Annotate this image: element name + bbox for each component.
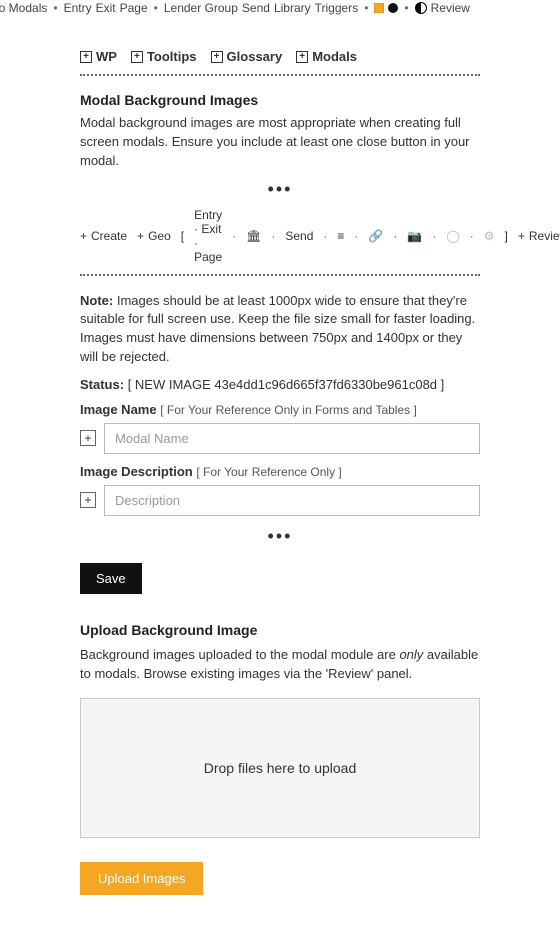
expand-icon[interactable]: + xyxy=(80,430,96,446)
separator-dot: • xyxy=(53,1,57,15)
label: Review xyxy=(529,229,560,243)
bracket-close: ] xyxy=(505,229,508,243)
status-line: Status: [ NEW IMAGE 43e4dd1c96d665f37fd6… xyxy=(80,377,480,392)
breadcrumb-item[interactable]: Entry xyxy=(64,1,92,15)
tab-label: Modals xyxy=(312,49,357,64)
plus-icon: + xyxy=(518,229,525,243)
dropzone-text: Drop files here to upload xyxy=(204,760,357,776)
tab-label: WP xyxy=(96,49,117,64)
plus-icon: + xyxy=(296,51,308,63)
breadcrumb-item[interactable]: Page xyxy=(120,1,148,15)
separator-dot: · xyxy=(470,229,474,243)
image-desc-row: + xyxy=(80,485,480,516)
file-dropzone[interactable]: Drop files here to upload xyxy=(80,698,480,838)
separator xyxy=(80,74,480,76)
ellipsis-icon[interactable]: ••• xyxy=(80,179,480,200)
breadcrumb-item[interactable]: Lender Group xyxy=(164,1,238,15)
separator xyxy=(80,274,480,276)
middle-list: Entry · Exit · Page xyxy=(194,208,222,264)
breadcrumb-review[interactable]: Review xyxy=(431,1,470,15)
tab-label: Glossary xyxy=(227,49,283,64)
status-value: NEW IMAGE 43e4dd1c96d665f37fd6330be961c0… xyxy=(135,377,437,392)
status-label: Status: xyxy=(80,377,124,392)
tab-label: Tooltips xyxy=(147,49,197,64)
note-body: Images should be at least 1000px wide to… xyxy=(80,293,475,365)
upload-title: Upload Background Image xyxy=(80,622,480,638)
separator-dot: · xyxy=(432,229,436,243)
plus-icon: + xyxy=(137,229,144,243)
plus-icon: + xyxy=(211,51,223,63)
tab-wp[interactable]: + WP xyxy=(80,49,117,64)
contrast-icon[interactable] xyxy=(415,2,427,14)
breadcrumb-item[interactable]: eo Modals xyxy=(0,1,47,15)
separator-dot: • xyxy=(404,1,408,15)
hero-title: Modal Background Images xyxy=(80,92,480,108)
separator-dot: • xyxy=(154,1,158,15)
tab-row: + WP + Tooltips + Glossary + Modals xyxy=(80,49,480,64)
dark-icon[interactable] xyxy=(388,3,398,13)
breadcrumb-item[interactable]: Exit xyxy=(96,1,116,15)
plus-icon: + xyxy=(80,229,87,243)
separator-dot: · xyxy=(232,229,236,243)
plus-icon: + xyxy=(80,51,92,63)
separator-dot: · xyxy=(354,229,358,243)
action-row: + Create + Geo [ Entry · Exit · Page · 🏛… xyxy=(80,208,480,264)
hero-description: Modal background images are most appropr… xyxy=(80,114,480,171)
main-content: + WP + Tooltips + Glossary + Modals Moda… xyxy=(0,19,560,935)
breadcrumb-item[interactable]: Triggers xyxy=(315,1,359,15)
upload-description: Background images uploaded to the modal … xyxy=(80,646,480,684)
separator-dot: • xyxy=(364,1,368,15)
send-link[interactable]: Send xyxy=(285,229,313,243)
expand-icon[interactable]: + xyxy=(80,492,96,508)
review-button[interactable]: + Review xyxy=(518,229,560,243)
create-button[interactable]: + Create xyxy=(80,229,127,243)
breadcrumb-item[interactable]: Send xyxy=(242,1,270,15)
tab-modals[interactable]: + Modals xyxy=(296,49,357,64)
label: Geo xyxy=(148,229,171,243)
image-name-label: Image Name [ For Your Reference Only in … xyxy=(80,402,480,417)
breadcrumb-item[interactable]: Library xyxy=(274,1,311,15)
plus-icon: + xyxy=(131,51,143,63)
bracket-open: [ xyxy=(181,229,184,243)
gear-icon[interactable]: ⚙ xyxy=(484,229,495,243)
link-icon[interactable]: 🔗 xyxy=(368,229,383,243)
image-desc-input[interactable] xyxy=(104,485,480,516)
tab-tooltips[interactable]: + Tooltips xyxy=(131,49,197,64)
separator-dot: · xyxy=(323,229,327,243)
image-desc-label: Image Description [ For Your Reference O… xyxy=(80,464,480,479)
tab-glossary[interactable]: + Glossary xyxy=(211,49,283,64)
separator-dot: · xyxy=(271,229,275,243)
note-label: Note: xyxy=(80,293,113,308)
geo-button[interactable]: + Geo xyxy=(137,229,171,243)
archive-icon[interactable]: 🏛 xyxy=(246,229,261,243)
camera-icon[interactable]: 📷 xyxy=(407,229,422,243)
note-text: Note: Images should be at least 1000px w… xyxy=(80,292,480,367)
top-breadcrumb: eo Modals • Entry Exit Page • Lender Gro… xyxy=(0,0,560,19)
upload-images-button[interactable]: Upload Images xyxy=(80,862,203,895)
separator-dot: · xyxy=(393,229,397,243)
image-name-input[interactable] xyxy=(104,423,480,454)
label: Create xyxy=(91,229,127,243)
save-button[interactable]: Save xyxy=(80,563,142,594)
ellipsis-icon[interactable]: ••• xyxy=(80,526,480,547)
image-name-row: + xyxy=(80,423,480,454)
circle-icon[interactable]: ◯ xyxy=(446,229,459,243)
list-icon[interactable]: ≡ xyxy=(337,229,344,243)
edit-icon[interactable] xyxy=(374,3,384,13)
